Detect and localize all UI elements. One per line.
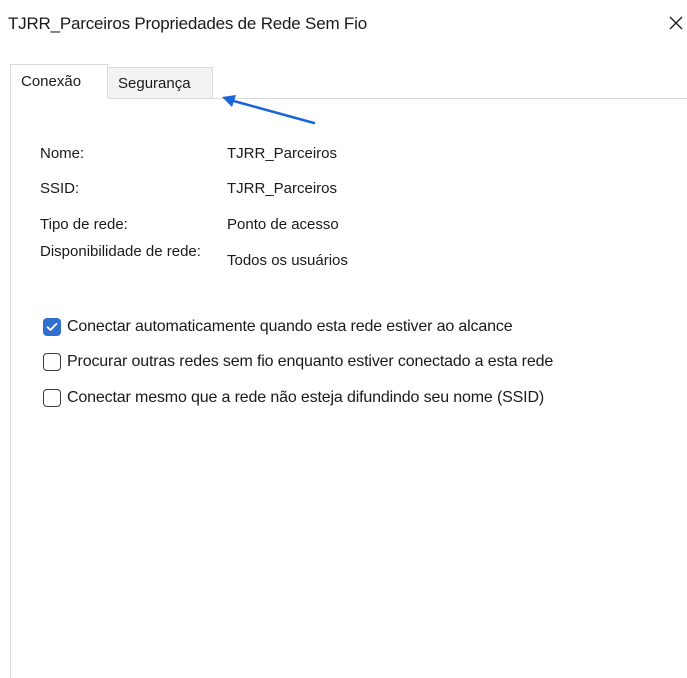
title-bar: TJRR_Parceiros Propriedades de Rede Sem … bbox=[0, 0, 687, 50]
wireless-properties-window: TJRR_Parceiros Propriedades de Rede Sem … bbox=[0, 0, 687, 678]
availability-value: Todos os usuários bbox=[227, 252, 348, 269]
connect-hidden-checkbox[interactable] bbox=[43, 389, 61, 407]
availability-label: Disponibilidade de rede: bbox=[40, 243, 201, 260]
network-type-value: Ponto de acesso bbox=[227, 216, 339, 233]
search-other-networks-checkbox[interactable] bbox=[43, 353, 61, 371]
window-title: TJRR_Parceiros Propriedades de Rede Sem … bbox=[8, 14, 367, 33]
close-icon bbox=[669, 16, 683, 30]
auto-connect-option[interactable]: Conectar automaticamente quando esta red… bbox=[43, 316, 513, 338]
auto-connect-label: Conectar automaticamente quando esta red… bbox=[67, 318, 513, 335]
ssid-label: SSID: bbox=[40, 180, 80, 197]
connect-hidden-option[interactable]: Conectar mesmo que a rede não esteja dif… bbox=[43, 387, 544, 409]
tab-strip: Segurança Conexão bbox=[10, 60, 687, 99]
search-other-networks-option[interactable]: Procurar outras redes sem fio enquanto e… bbox=[43, 351, 553, 373]
network-type-label: Tipo de rede: bbox=[40, 216, 128, 233]
name-label: Nome: bbox=[40, 145, 85, 162]
ssid-value: TJRR_Parceiros bbox=[227, 180, 338, 197]
auto-connect-checkbox[interactable] bbox=[43, 318, 61, 336]
tab-seguranca[interactable]: Segurança bbox=[107, 67, 213, 98]
search-other-networks-label: Procurar outras redes sem fio enquanto e… bbox=[67, 353, 554, 370]
connect-hidden-label: Conectar mesmo que a rede não esteja dif… bbox=[67, 389, 545, 406]
checkmark-icon bbox=[46, 322, 58, 331]
tab-conexao[interactable]: Conexão bbox=[10, 64, 108, 99]
name-value: TJRR_Parceiros bbox=[227, 145, 338, 162]
close-button[interactable] bbox=[665, 8, 687, 38]
